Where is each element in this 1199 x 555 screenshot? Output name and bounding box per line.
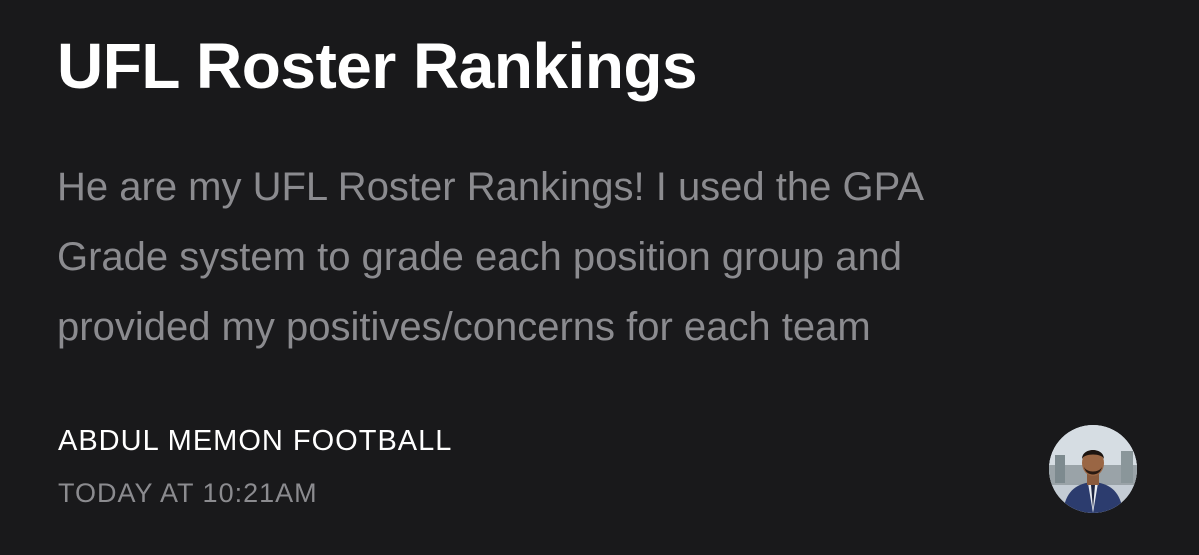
description-line: Grade system to grade each position grou… [57, 235, 902, 279]
avatar[interactable] [1049, 425, 1137, 513]
person-avatar-icon [1049, 425, 1137, 513]
link-preview-card[interactable]: UFL Roster Rankings He are my UFL Roster… [0, 0, 1199, 555]
description-line: provided my positives/concerns for each … [57, 305, 871, 349]
author-name[interactable]: ABDUL MEMON FOOTBALL [58, 425, 452, 458]
post-timestamp: TODAY AT 10:21AM [58, 478, 318, 508]
post-description: He are my UFL Roster Rankings! I used th… [57, 152, 1117, 362]
page-title: UFL Roster Rankings [57, 30, 698, 102]
description-line: He are my UFL Roster Rankings! I used th… [57, 165, 925, 209]
